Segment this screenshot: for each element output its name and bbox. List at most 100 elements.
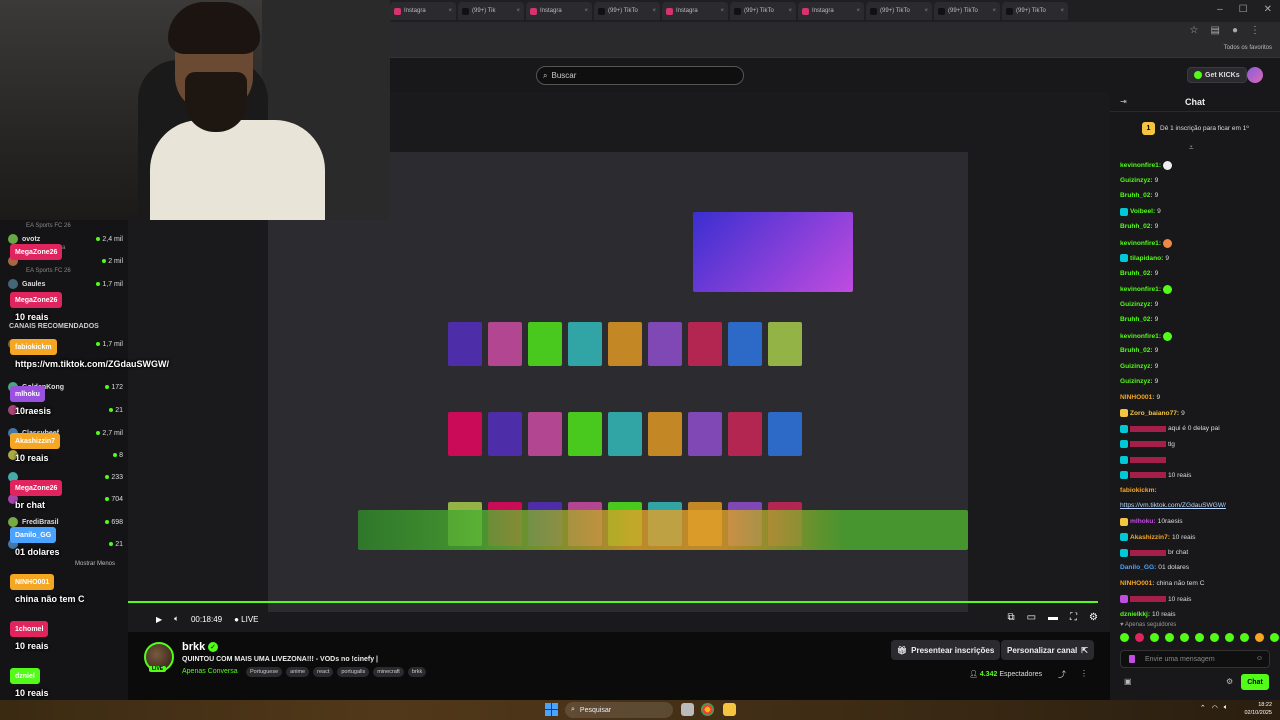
quick-emote-icon[interactable] — [1165, 633, 1174, 642]
tab-close-icon[interactable]: × — [924, 8, 928, 14]
chat-gift-icon[interactable]: ▣ — [1124, 677, 1132, 686]
maximize-icon[interactable]: ☐ — [1239, 4, 1248, 15]
sub-leaderboard-banner[interactable]: 1 Dê 1 inscrição para ficar em 1º — [1142, 122, 1249, 135]
browser-tab[interactable]: (99+) TikTo × — [866, 2, 932, 20]
quick-emote-icon[interactable] — [1240, 633, 1249, 642]
chat-username[interactable]: dznielkkj: — [1120, 611, 1150, 618]
chat-username[interactable]: Bruhh_02: — [1120, 316, 1153, 323]
chat-username[interactable]: NINHO001: — [1120, 394, 1154, 401]
menu-icon[interactable]: ⋮ — [1250, 25, 1260, 36]
progress-bar[interactable] — [128, 601, 1098, 603]
browser-tab[interactable]: Instagra × — [390, 2, 456, 20]
share-icon[interactable]: ⤴ — [1058, 669, 1066, 680]
taskbar-search[interactable]: ⌕ Pesquisar — [565, 702, 673, 718]
chat-settings-icon[interactable]: ⚙ — [1226, 677, 1233, 686]
chat-username[interactable]: Bruhh_02: — [1120, 223, 1153, 230]
chat-username[interactable]: kevinonfire1: — [1120, 240, 1161, 247]
chat-link[interactable]: https://vm.tiktok.com/ZGdauSWGW/ — [1120, 502, 1226, 509]
mini-player-icon[interactable]: ▬ — [1048, 612, 1058, 623]
tray-chevron-icon[interactable]: ⌃ — [1200, 704, 1206, 712]
emoji-icon[interactable]: ☺ — [1256, 655, 1263, 662]
stream-tag[interactable]: minecraft — [373, 667, 404, 677]
chat-username[interactable] — [1130, 596, 1166, 602]
taskbar-clock[interactable]: 18:22 02/10/2025 — [1244, 701, 1272, 717]
stream-tag[interactable]: Portuguese — [246, 667, 283, 677]
browser-tab[interactable]: (99+) TikTo × — [934, 2, 1000, 20]
gift-subs-button[interactable]: 🎁︎ Presentear inscrições — [891, 640, 1001, 660]
stream-tag[interactable]: anime — [286, 667, 310, 677]
clip-icon[interactable]: ⧉ — [1007, 612, 1014, 623]
tab-close-icon[interactable]: × — [1060, 8, 1064, 14]
get-kicks-button[interactable]: Get KICKs — [1187, 67, 1247, 83]
stream-tag[interactable]: portugalis — [337, 667, 370, 677]
tab-close-icon[interactable]: × — [720, 8, 724, 14]
tab-close-icon[interactable]: × — [652, 8, 656, 14]
browser-tab[interactable]: (99+) TikTo × — [730, 2, 796, 20]
tab-close-icon[interactable]: × — [856, 8, 860, 14]
chat-username[interactable]: Danilo_GG: — [1120, 564, 1156, 571]
chat-username[interactable]: fabiokickm: — [1120, 487, 1157, 494]
tab-close-icon[interactable]: × — [788, 8, 792, 14]
chat-username[interactable]: Voibeel: — [1130, 208, 1155, 215]
chat-username[interactable] — [1130, 425, 1166, 432]
minimize-icon[interactable]: – — [1217, 4, 1223, 15]
chat-username[interactable]: NINHO001: — [1120, 580, 1154, 587]
quick-emote-icon[interactable] — [1225, 633, 1234, 642]
chat-username[interactable]: Akashizzin7: — [1130, 534, 1170, 541]
browser-tab[interactable]: (99+) Tik × — [458, 2, 524, 20]
chat-username[interactable]: kevinonfire1: — [1120, 286, 1161, 293]
settings-icon[interactable]: ⚙ — [1089, 612, 1098, 623]
volume-icon[interactable]: 🔈︎ — [1224, 704, 1228, 712]
more-icon[interactable]: ⋮ — [1080, 669, 1088, 680]
network-icon[interactable]: ◠ — [1212, 704, 1218, 712]
all-bookmarks[interactable]: Todos os favoritos — [1224, 45, 1272, 51]
browser-tab[interactable]: Instagra × — [526, 2, 592, 20]
volume-icon[interactable]: 🔈︎ — [174, 614, 179, 624]
fullscreen-icon[interactable]: ⛶ — [1070, 612, 1077, 623]
close-icon[interactable]: ✕ — [1264, 4, 1272, 15]
chat-username[interactable]: Bruhh_02: — [1120, 270, 1153, 277]
task-view-icon[interactable] — [681, 703, 694, 716]
play-icon[interactable]: ▶ — [156, 615, 162, 624]
windows-start-icon[interactable] — [545, 703, 558, 716]
chat-username[interactable]: Zoro_baiano77: — [1130, 410, 1179, 417]
tab-close-icon[interactable]: × — [992, 8, 996, 14]
chat-username[interactable]: Guizinzyz: — [1120, 177, 1153, 184]
theater-icon[interactable]: ▭ — [1027, 612, 1036, 623]
browser-tab[interactable]: (99+) TikTo × — [594, 2, 660, 20]
chat-send-button[interactable]: Chat — [1241, 674, 1269, 690]
profile-icon[interactable]: ● — [1232, 25, 1238, 36]
customize-channel-button[interactable]: Personalizar canal ⇱ — [1001, 640, 1094, 660]
browser-tab[interactable]: Instagra × — [798, 2, 864, 20]
chat-username[interactable] — [1130, 441, 1166, 447]
chat-username[interactable]: Guizinzyz: — [1120, 378, 1153, 385]
chat-username[interactable]: kevinonfire1: — [1120, 162, 1161, 169]
quick-emote-icon[interactable] — [1270, 633, 1279, 642]
chat-username[interactable]: kevinonfire1: — [1120, 333, 1161, 340]
stream-tag[interactable]: brkk — [407, 667, 427, 677]
sidebar-channel[interactable]: Gaules 1,7 mil — [8, 277, 123, 291]
channel-name[interactable]: brkk — [182, 641, 205, 653]
chat-username[interactable] — [1130, 472, 1166, 478]
stream-category[interactable]: Apenas Conversa — [182, 668, 238, 675]
search-input[interactable]: ⌕ Buscar — [536, 66, 744, 85]
chat-username[interactable]: Bruhh_02: — [1120, 347, 1153, 354]
chrome-icon[interactable] — [701, 703, 714, 716]
quick-emote-icon[interactable] — [1150, 633, 1159, 642]
show-less-button[interactable]: Mostrar Menos — [75, 561, 115, 567]
file-explorer-icon[interactable] — [723, 703, 736, 716]
quick-emote-icon[interactable] — [1255, 633, 1264, 642]
quick-emote-icon[interactable] — [1135, 633, 1144, 642]
browser-tab[interactable]: (99+) TikTo × — [1002, 2, 1068, 20]
chat-username[interactable] — [1130, 456, 1166, 463]
chat-username[interactable]: mlhoku: — [1130, 518, 1156, 525]
quick-emote-icon[interactable] — [1195, 633, 1204, 642]
tab-close-icon[interactable]: × — [448, 8, 452, 14]
chat-username[interactable]: tilapidano: — [1130, 255, 1163, 262]
chat-username[interactable] — [1130, 549, 1166, 556]
address-bar[interactable]: ☆ ▤ ● ⋮ — [390, 22, 1280, 42]
quick-emote-icon[interactable] — [1210, 633, 1219, 642]
star-icon[interactable]: ☆ — [1190, 25, 1199, 36]
quick-emote-icon[interactable] — [1180, 633, 1189, 642]
chat-username[interactable]: Guizinzyz: — [1120, 301, 1153, 308]
